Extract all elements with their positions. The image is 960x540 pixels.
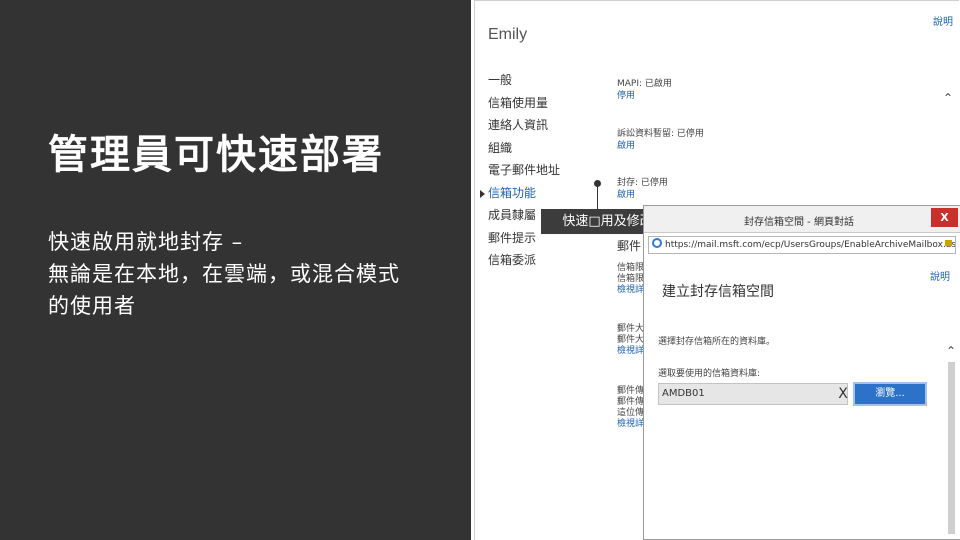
scroll-up-icon[interactable]: ⌃ — [946, 344, 956, 358]
message-flow-heading: 郵件 — [617, 239, 642, 253]
slide-body-line-2: 無論是在本地，在雲端，或混合模式 — [48, 262, 400, 286]
slide-title: 管理員可快速部署 — [48, 132, 384, 178]
selected-arrow-icon — [480, 189, 485, 198]
database-input[interactable]: AMDB01 — [658, 383, 848, 405]
dialog-titlebar[interactable]: 封存信箱空間 - 網頁對話 X — [644, 206, 960, 233]
dialog-title: 封存信箱空間 - 網頁對話 — [744, 217, 854, 228]
nav-item-general[interactable]: 一般 — [488, 69, 560, 92]
nav-item-mailbox-features-label: 信箱功能 — [488, 185, 537, 200]
nav-item-contact-info[interactable]: 連絡人資訊 — [488, 114, 560, 137]
litigation-hold-status: 訴訟資料暫留: 已停用 — [617, 129, 704, 139]
archive-status: 封存: 已停用 — [617, 178, 668, 188]
database-label: 選取要使用的信箱資料庫: — [658, 369, 761, 379]
mapi-disable-link[interactable]: 停用 — [617, 90, 672, 102]
nav-item-mailbox-usage[interactable]: 信箱使用量 — [488, 92, 560, 115]
archive-section: 封存: 已停用 啟用 — [617, 177, 668, 201]
user-name: Emily — [488, 26, 528, 43]
nav-item-organization[interactable]: 組織 — [488, 137, 560, 160]
dialog-help-link[interactable]: 說明 — [930, 268, 950, 283]
nav-item-email-address[interactable]: 電子郵件地址 — [488, 159, 560, 182]
dialog-scrollbar[interactable]: ⌃ — [944, 344, 960, 538]
help-link[interactable]: 說明 — [933, 13, 953, 28]
lock-icon — [945, 240, 952, 246]
scrollbar-thumb[interactable] — [948, 362, 955, 534]
slide-left-panel: 管理員可快速部署 快速啟用就地封存 – 無論是在本地，在雲端，或混合模式 的使用… — [0, 0, 471, 540]
archive-dialog: 封存信箱空間 - 網頁對話 X https://mail.msft.com/ec… — [643, 205, 960, 540]
archive-enable-link[interactable]: 啟用 — [617, 189, 668, 201]
address-url: https://mail.msft.com/ecp/UsersGroups/En… — [665, 240, 956, 250]
slide-body-line-3: 的使用者 — [48, 294, 136, 318]
dialog-description: 選擇封存信箱所在的資料庫。 — [658, 337, 776, 347]
close-button[interactable]: X — [931, 208, 958, 227]
callout-line — [597, 184, 598, 210]
scroll-up-icon[interactable]: ⌃ — [943, 91, 953, 105]
slide-body-line-1: 快速啟用就地封存 – — [48, 230, 244, 254]
address-bar[interactable]: https://mail.msft.com/ecp/UsersGroups/En… — [648, 236, 956, 254]
browse-button[interactable]: 瀏覽... — [853, 382, 927, 406]
litigation-hold-enable-link[interactable]: 啟用 — [617, 140, 704, 152]
clear-icon[interactable]: X — [836, 383, 850, 405]
properties-nav: 一般 信箱使用量 連絡人資訊 組織 電子郵件地址 信箱功能 成員隸屬 郵件提示 … — [480, 69, 560, 272]
nav-item-mailbox-delegation[interactable]: 信箱委派 — [488, 249, 560, 272]
mapi-status: MAPI: 已啟用 — [617, 79, 672, 89]
dialog-heading: 建立封存信箱空間 — [662, 284, 774, 300]
browser-icon — [652, 238, 662, 248]
mapi-section: MAPI: 已啟用 停用 — [617, 78, 672, 102]
litigation-hold-section: 訴訟資料暫留: 已停用 啟用 — [617, 128, 704, 152]
slide-body: 快速啟用就地封存 – 無論是在本地，在雲端，或混合模式 的使用者 — [48, 226, 458, 322]
nav-item-mailbox-features[interactable]: 信箱功能 — [480, 182, 560, 205]
